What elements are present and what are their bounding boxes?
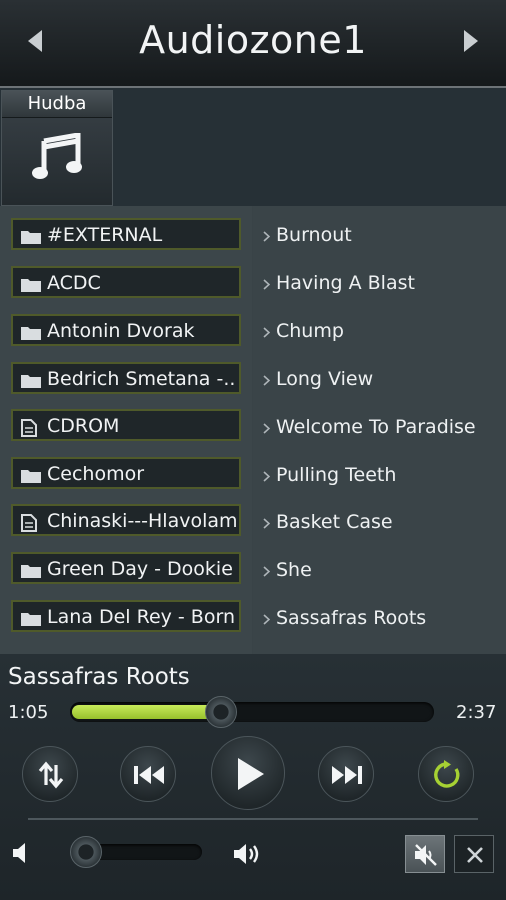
- volume-low-icon: [13, 843, 25, 863]
- folder-name: Lana Del Rey - Born...: [47, 606, 237, 628]
- volume-high-icon: [234, 844, 259, 864]
- folder-name: Antonin Dvorak: [47, 320, 195, 342]
- folder-item[interactable]: ACDC: [11, 266, 241, 298]
- folder-icon: [21, 327, 41, 340]
- track-item[interactable]: Chump: [263, 318, 503, 348]
- skip-forward-icon: [332, 766, 362, 784]
- track-name: She: [276, 559, 312, 581]
- music-note-icon: [32, 133, 82, 179]
- folder-name: Chinaski---Hlavolam...: [47, 510, 237, 532]
- folder-item[interactable]: CDROM: [11, 409, 241, 441]
- track-name: Burnout: [276, 224, 352, 246]
- divider: [28, 818, 478, 820]
- file-icon: [21, 419, 37, 437]
- previous-track-button[interactable]: [120, 746, 176, 802]
- chevron-right-icon: [263, 471, 270, 482]
- next-track-button[interactable]: [318, 746, 374, 802]
- folder-item[interactable]: Chinaski---Hlavolam...: [11, 504, 241, 536]
- chevron-right-icon: [263, 327, 270, 338]
- track-item[interactable]: She: [263, 557, 503, 587]
- track-item[interactable]: Long View: [263, 366, 503, 396]
- track-item[interactable]: Welcome To Paradise: [263, 414, 503, 444]
- folder-icon: [21, 231, 41, 244]
- folder-item[interactable]: #EXTERNAL: [11, 218, 241, 250]
- folder-name: ACDC: [47, 272, 101, 294]
- track-name: Basket Case: [276, 511, 393, 533]
- chevron-right-icon: [263, 231, 270, 242]
- folder-name: Cechomor: [47, 463, 145, 485]
- mute-button[interactable]: [405, 835, 445, 873]
- folder-item[interactable]: Green Day - Dookie: [11, 552, 241, 584]
- folder-name: Bedrich Smetana -...: [47, 368, 237, 390]
- track-item[interactable]: Sassafras Roots: [263, 605, 503, 635]
- folder-item[interactable]: Bedrich Smetana -...: [11, 362, 241, 394]
- chevron-right-icon: [263, 375, 270, 386]
- track-list: Burnout Having A Blast Chump Long View W…: [253, 206, 506, 654]
- chevron-right-icon: [263, 423, 270, 434]
- sort-button[interactable]: [22, 746, 78, 802]
- track-name: Chump: [276, 320, 344, 342]
- zone-title: Audiozone1: [139, 18, 367, 62]
- close-button[interactable]: [454, 835, 494, 873]
- folder-item[interactable]: Lana Del Rey - Born...: [11, 600, 241, 632]
- chevron-right-icon: [263, 279, 270, 290]
- track-item[interactable]: Burnout: [263, 222, 503, 252]
- next-zone-arrow-icon[interactable]: [464, 30, 478, 52]
- folder-item[interactable]: Cechomor: [11, 457, 241, 489]
- play-button[interactable]: [211, 736, 285, 810]
- track-item[interactable]: Basket Case: [263, 509, 503, 539]
- track-name: Long View: [276, 368, 374, 390]
- track-name: Having A Blast: [276, 272, 415, 294]
- close-icon: [467, 847, 483, 863]
- folder-icon: [21, 470, 41, 483]
- track-item[interactable]: Having A Blast: [263, 270, 503, 300]
- media-browser: #EXTERNAL ACDC Antonin Dvorak Bedrich Sm…: [0, 206, 506, 654]
- mute-icon: [415, 844, 437, 866]
- folder-icon: [21, 613, 41, 626]
- skip-back-icon: [134, 766, 164, 784]
- total-time: 2:37: [456, 702, 497, 723]
- volume-slider[interactable]: [70, 836, 202, 868]
- seek-bar-fill: [72, 705, 220, 719]
- repeat-button[interactable]: [418, 746, 474, 802]
- track-name: Welcome To Paradise: [276, 416, 476, 438]
- track-name: Sassafras Roots: [276, 607, 427, 629]
- seek-handle[interactable]: [205, 696, 237, 728]
- repeat-icon: [434, 760, 460, 788]
- current-time: 1:05: [8, 702, 49, 723]
- category-label: Hudba: [2, 91, 112, 118]
- folder-name: Green Day - Dookie: [47, 558, 233, 580]
- folder-icon: [21, 279, 41, 292]
- file-icon: [21, 514, 37, 532]
- category-tab-music[interactable]: Hudba: [1, 90, 113, 206]
- header-bar: Audiozone1: [0, 0, 506, 88]
- folder-icon: [21, 565, 41, 578]
- folder-item[interactable]: Antonin Dvorak: [11, 314, 241, 346]
- now-playing-title: Sassafras Roots: [8, 664, 190, 690]
- player-panel: Sassafras Roots 1:05 2:37: [0, 654, 506, 900]
- folder-list: #EXTERNAL ACDC Antonin Dvorak Bedrich Sm…: [0, 206, 252, 654]
- chevron-right-icon: [263, 566, 270, 577]
- category-strip: Hudba: [0, 88, 506, 206]
- track-name: Pulling Teeth: [276, 464, 397, 486]
- play-icon: [238, 758, 264, 790]
- seek-bar[interactable]: [70, 696, 434, 728]
- folder-name: CDROM: [47, 415, 120, 437]
- chevron-right-icon: [263, 614, 270, 625]
- chevron-right-icon: [263, 518, 270, 529]
- folder-icon: [21, 375, 41, 388]
- folder-name: #EXTERNAL: [47, 224, 163, 246]
- sort-arrows-icon: [38, 761, 64, 789]
- volume-handle[interactable]: [70, 836, 102, 868]
- track-item[interactable]: Pulling Teeth: [263, 462, 503, 492]
